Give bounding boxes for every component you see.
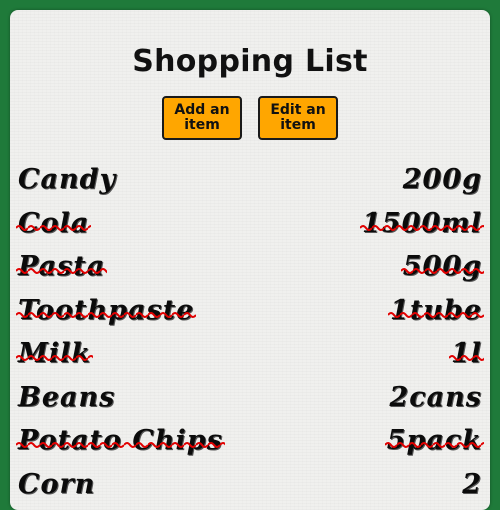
list-item[interactable]: Candy 200g	[18, 158, 482, 202]
item-quantity: 5pack	[384, 425, 485, 457]
shopping-list: Candy 200g Cola 1500ml Pasta 500g Toothp…	[15, 158, 485, 507]
add-item-button[interactable]: Add an item	[162, 96, 242, 140]
item-name: Candy	[18, 164, 117, 196]
item-quantity: 1l	[448, 338, 485, 370]
list-item[interactable]: Beans 2cans	[18, 376, 482, 420]
list-item[interactable]: Toothpaste 1tube	[15, 289, 484, 333]
item-quantity: 500g	[400, 251, 485, 283]
edit-item-button[interactable]: Edit an item	[258, 96, 338, 140]
list-item[interactable]: Potato Chips 5pack	[16, 419, 485, 463]
item-name: Potato Chips	[16, 425, 225, 457]
shopping-list-panel: Shopping List Add an item Edit an item C…	[10, 10, 490, 510]
item-name: Corn	[18, 468, 96, 500]
item-quantity: 200g	[402, 164, 482, 196]
item-name: Pasta	[15, 251, 108, 283]
page-title: Shopping List	[132, 44, 368, 79]
item-name: Milk	[15, 338, 94, 370]
list-item[interactable]: Pasta 500g	[15, 245, 485, 289]
action-buttons: Add an item Edit an item	[10, 96, 490, 140]
list-item[interactable]: Milk 1l	[15, 332, 485, 376]
item-name: Toothpaste	[15, 294, 197, 326]
item-name: Beans	[18, 381, 116, 413]
item-quantity: 1500ml	[360, 207, 484, 239]
item-quantity: 1tube	[388, 294, 484, 326]
item-quantity: 2	[462, 468, 482, 500]
item-quantity: 2cans	[389, 381, 482, 413]
list-item[interactable]: Corn 2	[18, 463, 482, 507]
item-name: Cola	[15, 207, 92, 239]
list-item[interactable]: Cola 1500ml	[15, 202, 484, 246]
